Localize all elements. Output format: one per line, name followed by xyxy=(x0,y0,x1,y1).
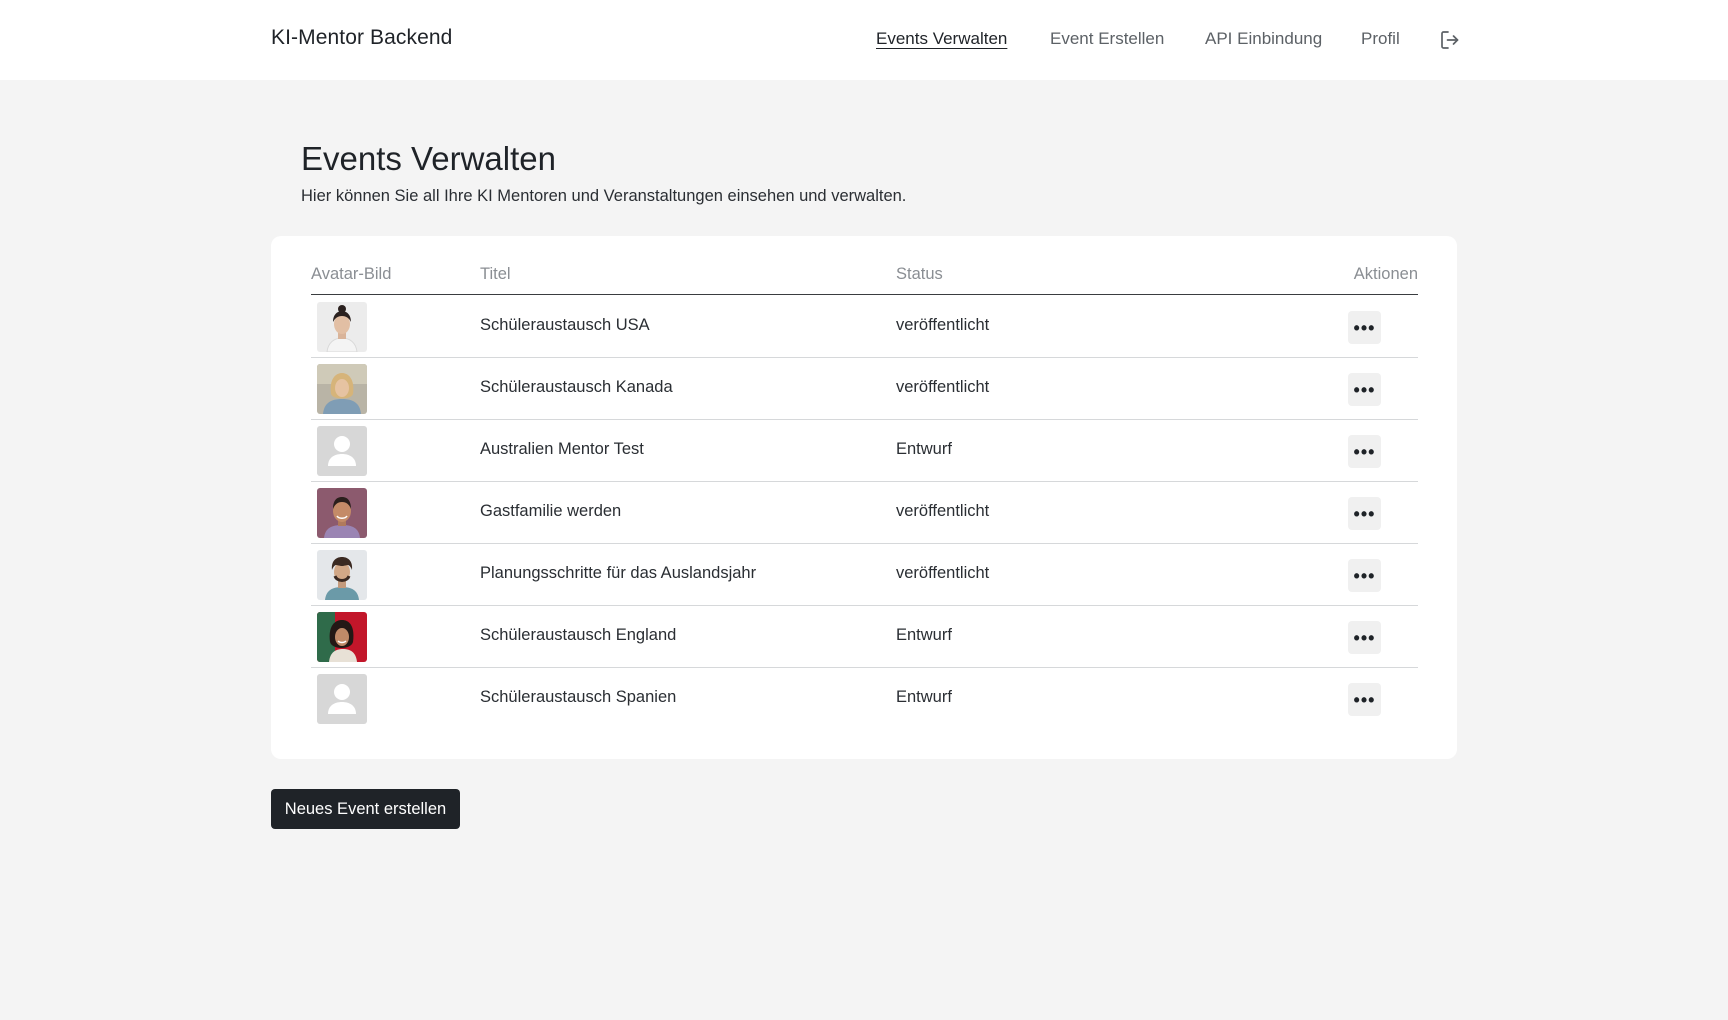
nav-item-api-einbindung[interactable]: API Einbindung xyxy=(1205,29,1322,49)
more-actions-button[interactable]: ••• xyxy=(1348,621,1381,654)
top-navigation-bar: KI-Mentor Backend Events Verwalten Event… xyxy=(0,0,1728,80)
more-actions-button[interactable]: ••• xyxy=(1348,559,1381,592)
nav-item-events-verwalten[interactable]: Events Verwalten xyxy=(876,29,1007,49)
more-actions-button[interactable]: ••• xyxy=(1348,311,1381,344)
event-title: Schüleraustausch Kanada xyxy=(480,378,673,396)
more-actions-button[interactable]: ••• xyxy=(1348,497,1381,530)
page-title: Events Verwalten xyxy=(301,140,556,177)
avatar xyxy=(317,488,367,538)
table-row: Schüleraustausch USA veröffentlicht ••• xyxy=(311,296,1418,358)
event-status: veröffentlicht xyxy=(896,564,990,582)
placeholder-user-icon xyxy=(317,426,367,476)
event-status: Entwurf xyxy=(896,440,952,458)
column-header-avatar: Avatar-Bild xyxy=(311,265,392,283)
table-row: Gastfamilie werden veröffentlicht ••• xyxy=(311,482,1418,544)
column-header-actions: Aktionen xyxy=(1353,265,1418,283)
event-title: Schüleraustausch USA xyxy=(480,316,650,334)
placeholder-user-icon xyxy=(317,674,367,724)
avatar xyxy=(317,364,367,414)
event-status: veröffentlicht xyxy=(896,378,990,396)
table-row: Schüleraustausch England Entwurf ••• xyxy=(311,606,1418,668)
event-title: Gastfamilie werden xyxy=(480,502,622,520)
avatar xyxy=(317,302,367,352)
more-actions-button[interactable]: ••• xyxy=(1348,435,1381,468)
event-title: Planungsschritte für das Auslandsjahr xyxy=(480,564,757,582)
more-actions-button[interactable]: ••• xyxy=(1348,373,1381,406)
nav-item-event-erstellen[interactable]: Event Erstellen xyxy=(1050,29,1164,49)
events-table-card: Avatar-Bild Titel Status Aktionen Schüle… xyxy=(271,236,1457,759)
avatar xyxy=(317,612,367,662)
logout-icon[interactable] xyxy=(1439,29,1461,51)
event-status: veröffentlicht xyxy=(896,316,990,334)
avatar xyxy=(317,550,367,600)
table-row: Schüleraustausch Kanada veröffentlicht •… xyxy=(311,358,1418,420)
column-header-title: Titel xyxy=(480,265,511,283)
event-status: Entwurf xyxy=(896,688,952,706)
nav-item-profil[interactable]: Profil xyxy=(1361,29,1400,49)
page-subtitle: Hier können Sie all Ihre KI Mentoren und… xyxy=(301,187,907,205)
event-title: Schüleraustausch England xyxy=(480,626,677,644)
table-row: Planungsschritte für das Auslandsjahr ve… xyxy=(311,544,1418,606)
event-status: Entwurf xyxy=(896,626,952,644)
table-row: Schüleraustausch Spanien Entwurf ••• xyxy=(311,668,1418,730)
event-title: Australien Mentor Test xyxy=(480,440,644,458)
new-event-button[interactable]: Neues Event erstellen xyxy=(271,789,460,829)
event-title: Schüleraustausch Spanien xyxy=(480,688,677,706)
main-nav: Events Verwalten Event Erstellen API Ein… xyxy=(0,0,1728,80)
event-status: veröffentlicht xyxy=(896,502,990,520)
table-header: Avatar-Bild Titel Status Aktionen xyxy=(311,265,1418,295)
column-header-status: Status xyxy=(896,265,943,283)
table-row: Australien Mentor Test Entwurf ••• xyxy=(311,420,1418,482)
more-actions-button[interactable]: ••• xyxy=(1348,683,1381,716)
